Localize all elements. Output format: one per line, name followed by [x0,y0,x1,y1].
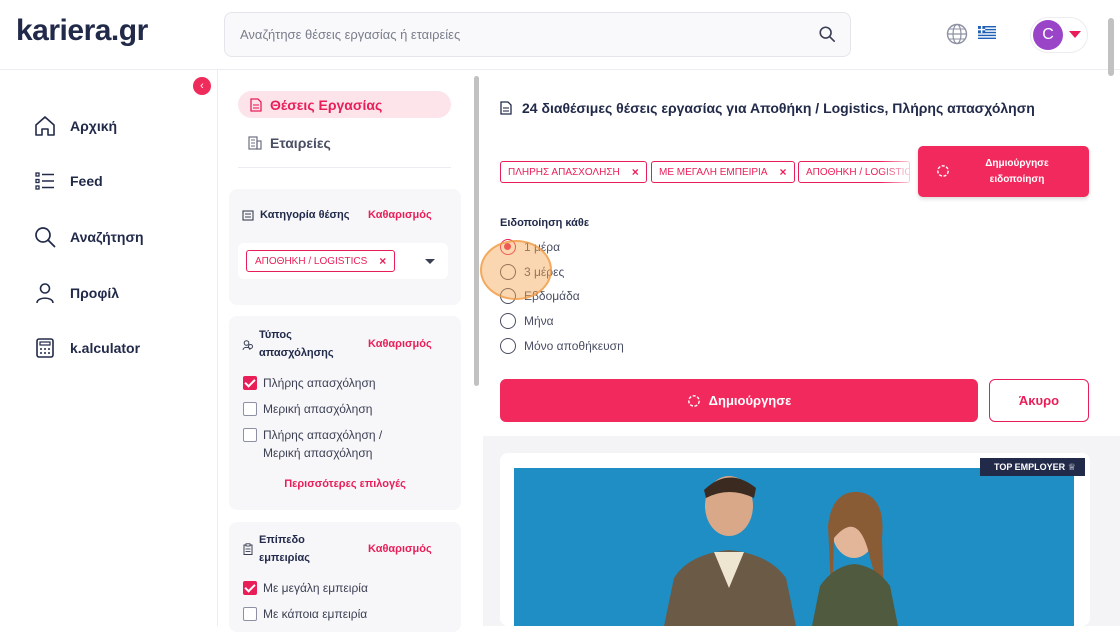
radio-label: Μήνα [524,314,554,328]
cancel-button[interactable]: Άκυρο [989,379,1089,422]
divider [238,167,451,168]
kariera-logo[interactable]: kariera.gr [16,14,148,48]
building-icon [242,210,254,221]
chevron-down-icon[interactable] [424,258,436,266]
sidebar-item-label: Αναζήτηση [70,229,144,245]
radio-label: Μόνο αποθήκευση [524,339,624,353]
sidebar-item-label: Αρχική [70,118,118,134]
tab-jobs-label: Θέσεις Εργασίας [270,96,383,113]
tab-companies-label: Εταιρείες [270,135,331,151]
document-icon [250,97,262,112]
chip-fade [880,158,918,186]
search-input[interactable]: Αναζήτησε θέσεις εργασίας ή εταιρείες [224,12,851,57]
language-globe-icon[interactable] [946,23,968,45]
create-button[interactable]: Δημιούργησε [500,379,978,422]
greek-flag-icon[interactable] [978,26,996,39]
checkbox[interactable] [243,402,257,416]
document-icon [500,101,512,115]
create-alert-button[interactable]: Δημιούργησε ειδοποίηση [918,146,1089,197]
employment-option-full[interactable]: Πλήρης απασχόληση [243,376,376,392]
building-icon [248,136,262,150]
sidebar-item-search[interactable]: Αναζήτηση [34,224,144,250]
more-options-link[interactable]: Περισσότερες επιλογές [229,478,461,490]
alert-bell-icon [937,165,949,177]
option-label: Με κάποια εμπειρία [263,607,368,621]
experience-clear-link[interactable]: Καθαρισμός [368,543,432,555]
avatar[interactable]: C [1033,20,1063,50]
sidebar-item-label: k.alculator [70,340,141,356]
top-employer-label: TOP EMPLOYER [994,462,1066,472]
checkbox[interactable] [243,428,257,442]
user-menu[interactable]: C [1030,17,1088,53]
create-alert-label-line1: Δημιούργησε [985,158,1049,169]
tab-companies[interactable]: Εταιρείες [248,133,331,153]
sidebar-item-label: Feed [70,173,103,189]
sidebar-item-label: Προφίλ [70,285,120,301]
sidebar-item-kalculator[interactable]: k.alculator [34,335,140,361]
notify-frequency-label: Ειδοποίηση κάθε [500,217,590,229]
experience-filter-title-2: εμπειρίας [259,552,310,564]
employment-option-both[interactable]: Πλήρης απασχόληση / Μερική απασχόληση [243,428,423,462]
search-icon[interactable] [818,25,836,43]
radio[interactable] [500,338,516,354]
active-filter-chip[interactable]: ΜΕ ΜΕΓΑΛΗ ΕΜΠΕΙΡΙΑ × [651,161,795,183]
collapse-sidebar-button[interactable]: ‹ [193,77,211,95]
option-label: Πλήρης απασχόληση [263,376,376,390]
employment-option-part[interactable]: Μερική απασχόληση [243,402,372,418]
active-filter-chip[interactable]: ΠΛΗΡΗΣ ΑΠΑΣΧΟΛΗΣΗ × [500,161,647,183]
category-clear-link[interactable]: Καθαρισμός [368,209,432,221]
employer-photo [514,468,1074,626]
create-alert-label-line2: ειδοποίηση [989,174,1045,185]
frequency-option-save-only[interactable]: Μόνο αποθήκευση [500,338,624,354]
top-employer-badge: TOP EMPLOYER ♕ [980,458,1085,476]
employment-filter-title-1: Τύπος [259,329,292,341]
employer-banner-image [514,468,1074,626]
search-icon [35,227,56,248]
checkbox[interactable] [243,376,257,390]
page-scrollbar[interactable] [1108,18,1114,76]
chip-label: ΠΛΗΡΗΣ ΑΠΑΣΧΟΛΗΣΗ [508,166,620,178]
chevron-down-icon[interactable] [1069,31,1081,38]
users-icon [242,340,253,351]
close-icon[interactable]: × [780,165,787,179]
sidebar-item-home[interactable]: Αρχική [34,113,117,139]
search-placeholder: Αναζήτησε θέσεις εργασίας ή εταιρείες [240,27,461,42]
option-label: Μερική απασχόληση [263,402,373,416]
alert-bell-icon [687,394,700,407]
filters-scrollbar[interactable] [474,76,479,386]
experience-option-high[interactable]: Με μεγάλη εμπειρία [243,581,368,597]
category-chip[interactable]: ΑΠΟΘΗΚΗ / LOGISTICS × [246,250,396,272]
create-button-label: Δημιούργησε [708,393,792,408]
option-label: Πλήρης απασχόληση / Μερική απασχόληση [263,428,383,460]
trophy-icon: ♕ [1067,462,1076,472]
option-label: Με μεγάλη εμπειρία [263,581,368,595]
category-filter-title: Κατηγορία θέσης [260,209,350,221]
radio[interactable] [500,313,516,329]
page-title: 24 διαθέσιμες θέσεις εργασίας για Αποθήκ… [522,100,1035,116]
feed-icon [35,172,54,190]
results-heading: 24 διαθέσιμες θέσεις εργασίας για Αποθήκ… [500,100,1035,116]
profile-icon [36,283,54,304]
top-bar: kariera.gr Αναζήτησε θέσεις εργασίας ή ε… [0,0,1120,70]
checkbox[interactable] [243,607,257,621]
tab-jobs[interactable]: Θέσεις Εργασίας [238,91,451,118]
close-icon[interactable]: × [632,165,639,179]
close-icon[interactable]: × [379,254,386,268]
home-icon [35,116,55,136]
sidebar-item-profile[interactable]: Προφίλ [34,280,119,306]
employment-clear-link[interactable]: Καθαρισμός [368,338,432,350]
checkbox[interactable] [243,581,257,595]
employment-filter-title-2: απασχόλησης [259,347,334,359]
create-alert-label: Δημιούργησε ειδοποίηση [962,156,1072,188]
click-indicator [480,240,552,300]
clipboard-icon [243,543,253,555]
calculator-icon [36,338,54,358]
chip-label: ΜΕ ΜΕΓΑΛΗ ΕΜΠΕΙΡΙΑ [659,166,768,178]
experience-filter-title-1: Επίπεδο [259,534,305,546]
category-chip-label: ΑΠΟΘΗΚΗ / LOGISTICS [255,255,368,267]
sidebar-item-feed[interactable]: Feed [34,168,103,194]
frequency-option-month[interactable]: Μήνα [500,313,554,329]
experience-option-some[interactable]: Με κάποια εμπειρία [243,607,367,623]
